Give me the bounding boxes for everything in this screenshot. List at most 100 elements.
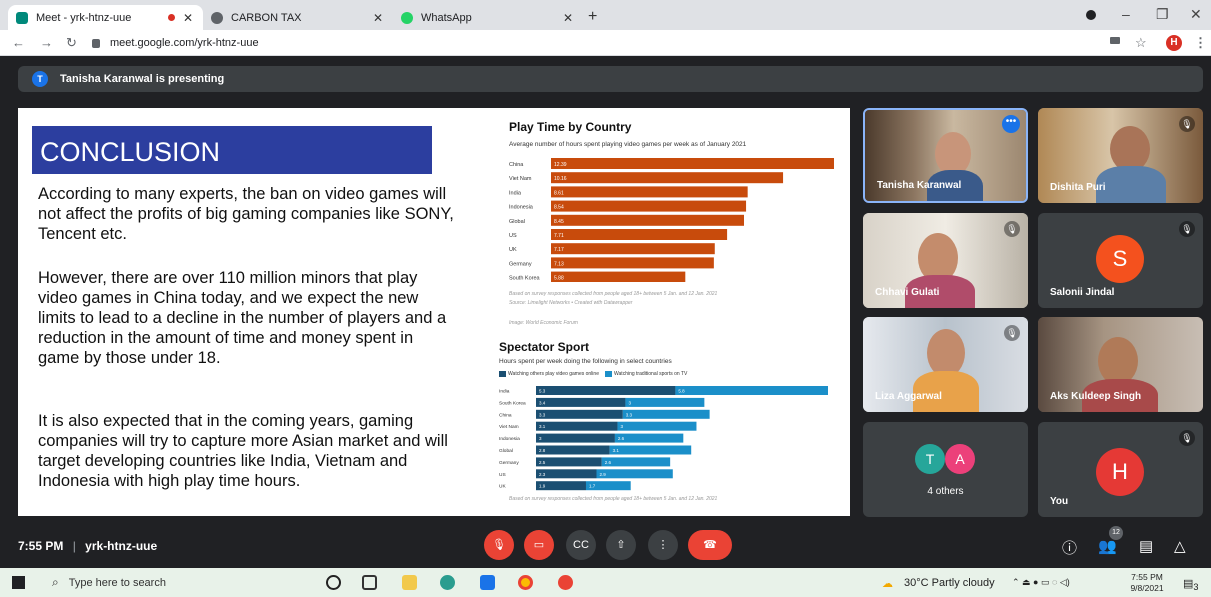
weather-text[interactable]: 30°C Partly cloudy: [904, 577, 995, 589]
browser-tab-bar: Meet - yrk-htnz-uue ✕ CARBON TAX ✕ Whats…: [0, 0, 1211, 30]
presenting-text: Tanisha Karanwal is presenting: [60, 73, 225, 85]
others-tile[interactable]: T A 4 others: [863, 422, 1028, 517]
participant-tile[interactable]: H 🎙 You: [1038, 422, 1203, 517]
more-options-button[interactable]: ⋮: [648, 530, 678, 560]
whatsapp-icon: [401, 11, 413, 24]
chrome-profile-icon[interactable]: [558, 575, 573, 590]
camera-indicator-icon[interactable]: [1110, 37, 1120, 44]
new-tab-button[interactable]: +: [588, 8, 597, 26]
muted-mic-icon: 🎙: [1004, 325, 1020, 341]
category-label: Viet Nam: [509, 176, 532, 182]
chat-icon[interactable]: ▤: [1139, 537, 1153, 555]
task-view-icon[interactable]: [362, 575, 377, 590]
close-tab-icon[interactable]: ✕: [563, 11, 573, 25]
file-explorer-icon[interactable]: [402, 575, 417, 590]
tab-whatsapp[interactable]: WhatsApp ✕: [393, 5, 583, 30]
close-tab-icon[interactable]: ✕: [373, 11, 383, 25]
profile-avatar[interactable]: H: [1166, 35, 1182, 51]
meeting-details-icon[interactable]: ⓘ: [1062, 537, 1077, 558]
image-credit: Image: World Economic Forum: [509, 320, 578, 326]
tab-meet[interactable]: Meet - yrk-htnz-uue ✕: [8, 5, 203, 30]
participant-name: Liza Aggarwal: [875, 391, 942, 402]
participant-tile[interactable]: 🎙 Chhavi Gulati: [863, 213, 1028, 308]
captions-button[interactable]: CC: [566, 530, 596, 560]
more-options-icon[interactable]: •••: [1002, 115, 1020, 133]
data-label: 2.3: [539, 472, 546, 477]
participant-tile[interactable]: Aks Kuldeep Singh: [1038, 317, 1203, 412]
tab-carbon-tax[interactable]: CARBON TAX ✕: [203, 5, 393, 30]
participant-tile[interactable]: 🎙 Dishita Puri: [1038, 108, 1203, 203]
data-label: 3.4: [539, 400, 546, 405]
data-label: 2.6: [605, 460, 612, 465]
legend-label: Watching others play video games online: [508, 371, 599, 377]
bar-segment: [625, 397, 705, 407]
bar-segment: [601, 457, 671, 467]
data-label: 7.71: [554, 233, 564, 239]
category-label: UK: [509, 247, 517, 253]
category-label: South Korea: [499, 400, 526, 406]
url-field[interactable]: meet.google.com/yrk-htnz-uue: [92, 34, 1092, 52]
participant-name: Salonii Jindal: [1050, 287, 1115, 298]
participant-face: [927, 329, 965, 377]
data-label: 2.8: [539, 448, 546, 453]
chart-subtitle: Hours spent per week doing the following…: [499, 358, 672, 365]
data-label: 12.39: [554, 162, 567, 168]
windows-start-icon[interactable]: [12, 576, 25, 589]
windows-taskbar: ⌕ Type here to search ☁ 30°C Partly clou…: [0, 568, 1211, 597]
clock[interactable]: 7:55 PM 9/8/2021: [1122, 572, 1172, 594]
minimize-icon[interactable]: –: [1122, 6, 1130, 22]
camera-off-button[interactable]: ▭: [524, 530, 554, 560]
chart-note: Based on survey responses collected from…: [509, 496, 718, 502]
bar: [551, 214, 745, 226]
browser-menu-icon[interactable]: ⋮: [1194, 35, 1207, 51]
data-label: 3.1: [613, 448, 620, 453]
data-label: 1.7: [589, 484, 596, 489]
bar: [551, 172, 784, 184]
bar: [551, 271, 686, 282]
chrome-icon[interactable]: [518, 575, 533, 590]
chart-legend: Watching others play video games online …: [499, 371, 687, 377]
bar: [551, 229, 728, 240]
muted-mic-icon: 🎙: [1179, 221, 1195, 237]
participant-tile[interactable]: ••• Tanisha Karanwal: [863, 108, 1028, 203]
tab-title: WhatsApp: [421, 11, 472, 24]
forward-icon[interactable]: →: [40, 35, 53, 50]
data-label: 5.88: [554, 276, 564, 282]
notification-icon[interactable]: ▤3: [1183, 577, 1199, 592]
participant-name: Chhavi Gulati: [875, 287, 940, 298]
back-icon[interactable]: ←: [12, 35, 25, 50]
mail-icon[interactable]: [480, 575, 495, 590]
globe-icon: [211, 11, 223, 24]
address-bar: ← → ↻ meet.google.com/yrk-htnz-uue ☆ H ⋮: [0, 30, 1211, 56]
activities-icon[interactable]: △: [1174, 537, 1186, 555]
bar-segment: [614, 433, 684, 443]
taskbar-search[interactable]: ⌕ Type here to search: [42, 572, 302, 593]
bar-segment: [609, 445, 692, 455]
lock-icon: [92, 38, 100, 48]
reload-icon[interactable]: ↻: [66, 35, 77, 51]
leave-call-button[interactable]: ☎: [688, 530, 732, 560]
extension-icon[interactable]: [1086, 10, 1096, 20]
close-tab-icon[interactable]: ✕: [183, 11, 193, 25]
slide-paragraph: According to many experts, the ban on vi…: [38, 185, 454, 243]
data-label: 3.3: [539, 412, 546, 417]
participant-tile[interactable]: S 🎙 Salonii Jindal: [1038, 213, 1203, 308]
chart-subtitle: Average number of hours spent playing vi…: [509, 141, 747, 148]
present-screen-button[interactable]: ⇧: [606, 530, 636, 560]
system-tray-icons[interactable]: ⌃ ⏏ ● ▭ ◌ ◁): [1012, 577, 1070, 588]
microphone-off-button[interactable]: 🎙: [484, 530, 514, 560]
participant-name: Dishita Puri: [1050, 182, 1106, 193]
meet-window: T Tanisha Karanwal is presenting CONCLUS…: [0, 56, 1211, 568]
participant-face: [1098, 337, 1138, 385]
data-label: 7.17: [554, 247, 564, 253]
participant-tile[interactable]: 🎙 Liza Aggarwal: [863, 317, 1028, 412]
cortana-icon[interactable]: [326, 575, 341, 590]
close-window-icon[interactable]: ✕: [1190, 6, 1202, 23]
maximize-icon[interactable]: ❐: [1156, 6, 1169, 23]
bookmark-star-icon[interactable]: ☆: [1135, 35, 1147, 51]
bar-segment: [617, 421, 697, 431]
chart-note: Based on survey responses collected from…: [509, 291, 718, 297]
presenting-banner: T Tanisha Karanwal is presenting: [18, 66, 1203, 92]
edge-icon[interactable]: [440, 575, 455, 590]
category-label: Indonesia: [509, 205, 534, 211]
